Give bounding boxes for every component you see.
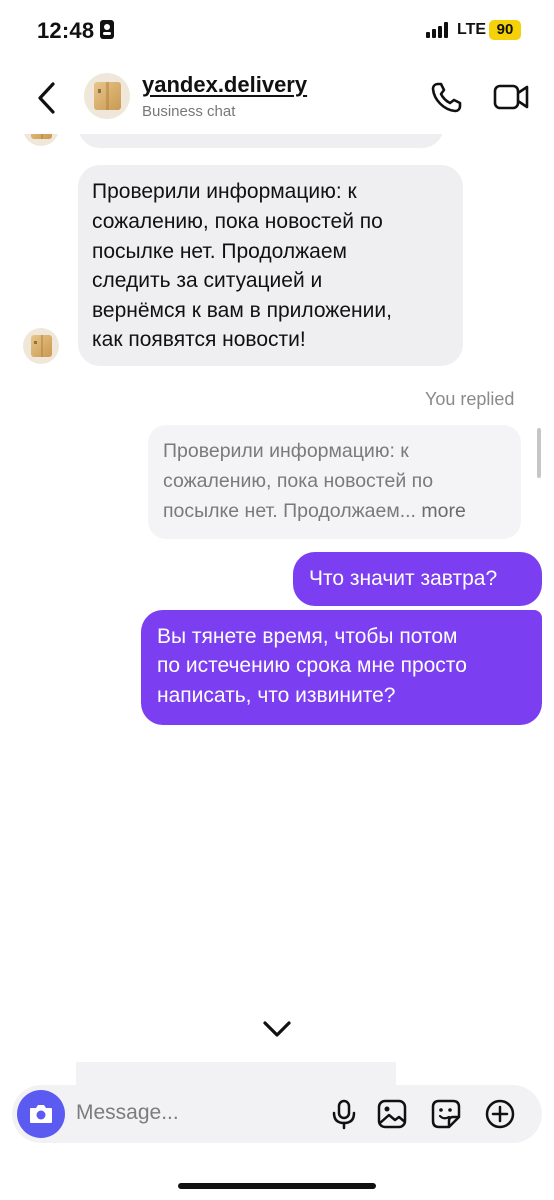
network-label: LTE bbox=[457, 21, 487, 38]
quoted-last-line: посылке нет. Продолжаем... more bbox=[163, 497, 466, 526]
chevron-down-icon[interactable] bbox=[262, 1018, 292, 1040]
business-avatar[interactable] bbox=[84, 73, 130, 119]
status-time: 12:48 bbox=[37, 18, 95, 43]
plus-circle-icon[interactable] bbox=[484, 1098, 516, 1130]
outgoing-message[interactable]: Что значит завтра? bbox=[293, 552, 542, 606]
message-line: сожалению, пока новостей по bbox=[92, 210, 383, 233]
camera-button[interactable] bbox=[17, 1090, 65, 1138]
message-line: вернёмся к вам в приложении, bbox=[92, 299, 392, 322]
chat-title[interactable]: yandex.delivery bbox=[142, 72, 307, 98]
camera-icon bbox=[30, 1105, 52, 1123]
sticker-icon[interactable] bbox=[430, 1098, 462, 1130]
message-line: написать, что извините? bbox=[157, 684, 396, 707]
scrollbar[interactable] bbox=[537, 428, 541, 478]
message-text: Что значит завтра? bbox=[309, 567, 498, 590]
message-line: как появятся новости! bbox=[92, 328, 306, 351]
chat-subtitle: Business chat bbox=[142, 103, 236, 120]
message-line: следить за ситуацией и bbox=[92, 269, 323, 292]
quoted-line: сожалению, пока новостей по bbox=[163, 470, 434, 492]
incoming-message[interactable]: Проверили информацию: к сожалению, пока … bbox=[78, 165, 463, 366]
message-line: Проверили информацию: к bbox=[92, 180, 357, 203]
sender-avatar bbox=[23, 328, 59, 364]
battery-indicator: 90 bbox=[489, 20, 521, 40]
message-line: посылке нет. Продолжаем bbox=[92, 240, 347, 263]
outgoing-message[interactable]: Вы тянете время, чтобы потом по истечени… bbox=[141, 610, 542, 725]
microphone-icon[interactable] bbox=[328, 1098, 360, 1130]
id-card-icon bbox=[100, 20, 114, 39]
quoted-line: посылке нет. Продолжаем... bbox=[163, 500, 416, 522]
message-line: Вы тянете время, чтобы потом bbox=[157, 625, 458, 648]
more-link[interactable]: more bbox=[421, 500, 465, 522]
video-camera-icon[interactable] bbox=[493, 82, 529, 112]
message-input[interactable]: Message... bbox=[76, 1101, 179, 1125]
image-icon[interactable] bbox=[376, 1098, 408, 1130]
reply-label: You replied bbox=[425, 389, 515, 409]
message-composer: Message... bbox=[12, 1085, 542, 1143]
message-line: по истечению срока мне просто bbox=[157, 654, 467, 677]
phone-icon[interactable] bbox=[430, 80, 464, 114]
quoted-message[interactable]: Проверили информацию: к сожалению, пока … bbox=[148, 425, 521, 539]
signal-icon bbox=[426, 22, 452, 38]
chevron-left-icon[interactable] bbox=[33, 80, 61, 116]
quoted-line: Проверили информацию: к bbox=[163, 440, 409, 462]
chat-header: yandex.delivery Business chat bbox=[0, 58, 554, 134]
home-indicator bbox=[178, 1183, 376, 1189]
